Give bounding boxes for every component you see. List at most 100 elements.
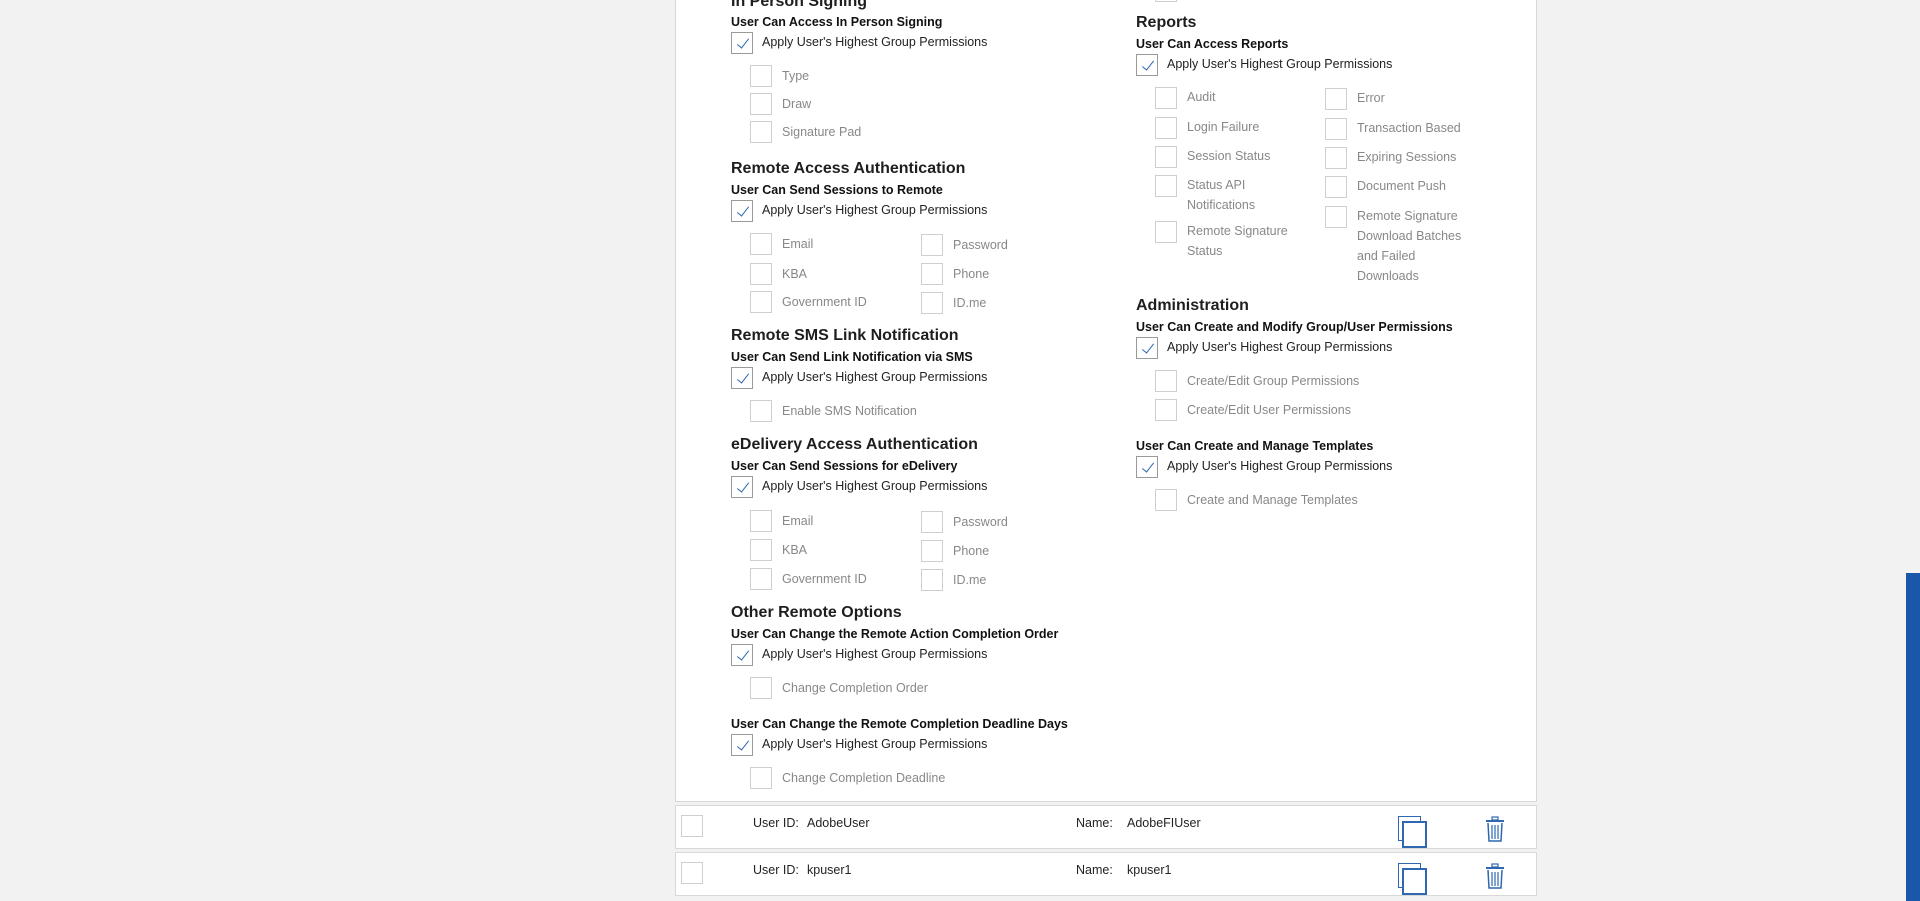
remote-government-id-label: Government ID [782, 295, 867, 309]
change-completion-deadline-checkbox[interactable] [750, 767, 772, 789]
remote-idme-checkbox[interactable] [921, 292, 943, 314]
completion-deadline-sub: User Can Change the Remote Completion De… [731, 717, 1068, 731]
remote-password-checkbox[interactable] [921, 234, 943, 256]
remote-auth-title: Remote Access Authentication [731, 160, 966, 177]
templates-apply-checkbox[interactable] [1136, 456, 1158, 478]
audit-checkbox[interactable] [1155, 87, 1177, 109]
sms-sub: User Can Send Link Notification via SMS [731, 350, 973, 364]
edelivery-email-label: Email [782, 514, 814, 528]
sms-apply-label: Apply User's Highest Group Permissions [762, 370, 988, 384]
remote-signature-download-label: Remote Signature Download Batches and Fa… [1357, 209, 1462, 283]
change-completion-order-label: Change Completion Order [782, 681, 928, 695]
edelivery-government-id-label: Government ID [782, 572, 867, 586]
edelivery-government-id-checkbox[interactable] [750, 568, 772, 590]
completion-order-apply-checkbox[interactable] [731, 644, 753, 666]
partial-checkbox[interactable] [1155, 0, 1177, 2]
edelivery-email-checkbox[interactable] [750, 510, 772, 532]
reports-sub: User Can Access Reports [1136, 37, 1289, 51]
login-failure-checkbox[interactable] [1155, 117, 1177, 139]
reports-apply-label: Apply User's Highest Group Permissions [1167, 57, 1393, 71]
expiring-sessions-label: Expiring Sessions [1357, 150, 1457, 164]
completion-deadline-apply-checkbox[interactable] [731, 734, 753, 756]
create-edit-user-label: Create/Edit User Permissions [1187, 403, 1351, 417]
edelivery-sub: User Can Send Sessions for eDelivery [731, 459, 958, 473]
transaction-based-checkbox[interactable] [1325, 118, 1347, 140]
in-person-title: In Person Signing [731, 0, 868, 10]
session-status-label: Session Status [1187, 149, 1271, 163]
reports-apply-checkbox[interactable] [1136, 54, 1158, 76]
completion-order-sub: User Can Change the Remote Action Comple… [731, 627, 1059, 641]
in-person-apply-checkbox[interactable] [731, 32, 753, 54]
reports-title: Reports [1136, 14, 1197, 31]
edelivery-password-label: Password [953, 515, 1008, 529]
in-person-apply-label: Apply User's Highest Group Permissions [762, 35, 988, 49]
remote-phone-checkbox[interactable] [921, 263, 943, 285]
user-name-label: Name: [1076, 863, 1113, 877]
edelivery-kba-label: KBA [782, 543, 808, 557]
status-api-checkbox[interactable] [1155, 175, 1177, 197]
remote-auth-apply-label: Apply User's Highest Group Permissions [762, 203, 988, 217]
user-name-value: AdobeFIUser [1127, 816, 1201, 830]
administration-apply-label: Apply User's Highest Group Permissions [1167, 340, 1393, 354]
expiring-sessions-checkbox[interactable] [1325, 147, 1347, 169]
type-checkbox[interactable] [750, 65, 772, 87]
copy-icon[interactable] [1398, 816, 1427, 848]
completion-order-apply-label: Apply User's Highest Group Permissions [762, 647, 988, 661]
signature-pad-checkbox[interactable] [750, 121, 772, 143]
sms-title: Remote SMS Link Notification [731, 327, 959, 344]
templates-apply-label: Apply User's Highest Group Permissions [1167, 459, 1393, 473]
user-id-label: User ID: [753, 863, 799, 877]
user-row-checkbox[interactable] [681, 815, 703, 837]
trash-icon[interactable] [1484, 815, 1506, 843]
edelivery-title: eDelivery Access Authentication [731, 436, 978, 453]
remote-signature-download-checkbox[interactable] [1325, 206, 1347, 228]
enable-sms-checkbox[interactable] [750, 400, 772, 422]
remote-idme-label: ID.me [953, 296, 987, 310]
in-person-sub: User Can Access In Person Signing [731, 15, 943, 29]
user-id-value: kpuser1 [807, 863, 852, 877]
user-name-label: Name: [1076, 816, 1113, 830]
edelivery-kba-checkbox[interactable] [750, 539, 772, 561]
create-edit-user-checkbox[interactable] [1155, 399, 1177, 421]
remote-phone-label: Phone [953, 267, 990, 281]
user-id-label: User ID: [753, 816, 799, 830]
edelivery-password-checkbox[interactable] [921, 511, 943, 533]
error-label: Error [1357, 91, 1385, 105]
sms-apply-checkbox[interactable] [731, 367, 753, 389]
create-edit-group-label: Create/Edit Group Permissions [1187, 374, 1360, 388]
remote-email-checkbox[interactable] [750, 233, 772, 255]
remote-kba-label: KBA [782, 267, 808, 281]
user-row[interactable]: User ID: kpuser1 Name: kpuser1 [675, 852, 1537, 896]
login-failure-label: Login Failure [1187, 120, 1260, 134]
remote-signature-status-checkbox[interactable] [1155, 221, 1177, 243]
error-checkbox[interactable] [1325, 88, 1347, 110]
edelivery-phone-checkbox[interactable] [921, 540, 943, 562]
edelivery-idme-checkbox[interactable] [921, 569, 943, 591]
administration-title: Administration [1136, 297, 1249, 314]
scrollbar-thumb[interactable] [1906, 573, 1920, 901]
user-name-value: kpuser1 [1127, 863, 1172, 877]
user-row[interactable]: User ID: AdobeUser Name: AdobeFIUser [675, 805, 1537, 849]
create-manage-templates-label: Create and Manage Templates [1187, 493, 1358, 507]
edelivery-apply-label: Apply User's Highest Group Permissions [762, 479, 988, 493]
administration-sub: User Can Create and Modify Group/User Pe… [1136, 320, 1453, 334]
session-status-checkbox[interactable] [1155, 146, 1177, 168]
create-manage-templates-checkbox[interactable] [1155, 489, 1177, 511]
remote-auth-sub: User Can Send Sessions to Remote [731, 183, 943, 197]
draw-checkbox[interactable] [750, 93, 772, 115]
create-edit-group-checkbox[interactable] [1155, 370, 1177, 392]
change-completion-order-checkbox[interactable] [750, 677, 772, 699]
remote-kba-checkbox[interactable] [750, 263, 772, 285]
administration-apply-checkbox[interactable] [1136, 337, 1158, 359]
other-options-title: Other Remote Options [731, 604, 902, 621]
remote-auth-apply-checkbox[interactable] [731, 200, 753, 222]
user-row-checkbox[interactable] [681, 862, 703, 884]
edelivery-apply-checkbox[interactable] [731, 476, 753, 498]
copy-icon[interactable] [1398, 863, 1427, 895]
trash-icon[interactable] [1484, 862, 1506, 890]
remote-government-id-checkbox[interactable] [750, 291, 772, 313]
document-push-checkbox[interactable] [1325, 176, 1347, 198]
transaction-based-label: Transaction Based [1357, 121, 1461, 135]
remote-password-label: Password [953, 238, 1008, 252]
status-api-label: Status API Notifications [1187, 178, 1256, 212]
